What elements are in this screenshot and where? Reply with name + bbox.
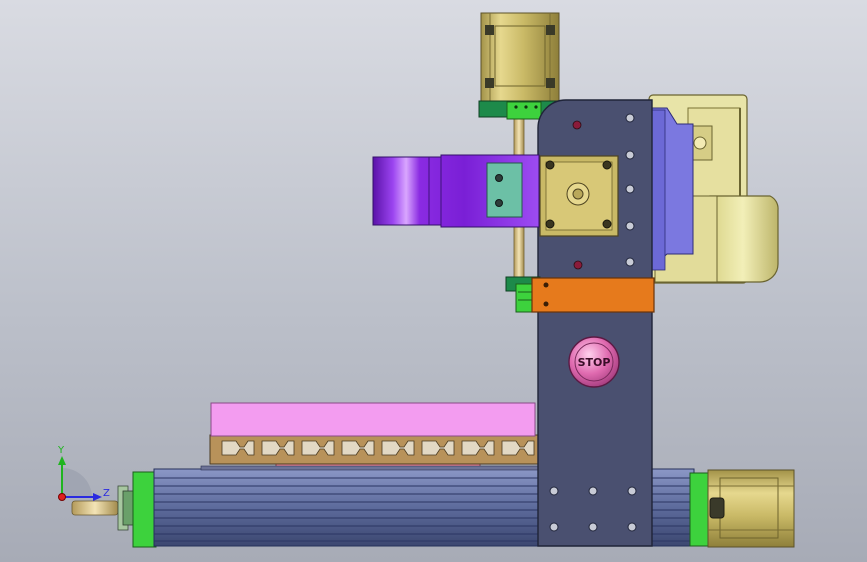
table-top-plate xyxy=(210,402,536,437)
triad-origin-shade xyxy=(62,468,92,497)
axis-stepper-motor xyxy=(707,469,795,548)
spindle-bracket xyxy=(372,154,540,228)
stop-button-label: STOP xyxy=(578,356,611,369)
work-table-assembly[interactable] xyxy=(200,402,539,471)
cad-viewport[interactable]: STOP Y Z xyxy=(0,0,867,562)
axis-bearing-flange xyxy=(117,485,136,531)
coordinate-triad: Y Z xyxy=(57,445,110,501)
table-extrusion-profile xyxy=(209,434,539,465)
housing-curved-guard xyxy=(707,195,779,283)
axis-right-end-cap xyxy=(689,472,711,547)
bottom-linear-axis[interactable] xyxy=(71,468,795,548)
emergency-stop-button[interactable]: STOP xyxy=(568,336,620,388)
triad-x-axis xyxy=(58,493,66,501)
spindle-housing[interactable] xyxy=(648,94,779,284)
z-stepper-motor xyxy=(480,12,560,102)
table-base-plate xyxy=(200,465,539,471)
spindle-motor-face xyxy=(539,155,619,237)
axis-left-end-cap xyxy=(132,471,157,548)
triad-y-label: Y xyxy=(57,445,65,456)
triad-z-label: Z xyxy=(103,488,110,499)
axis-output-shaft xyxy=(71,500,119,516)
column-red-screw xyxy=(572,120,582,130)
column-red-screw xyxy=(573,260,583,270)
z-carriage-block xyxy=(505,276,655,313)
